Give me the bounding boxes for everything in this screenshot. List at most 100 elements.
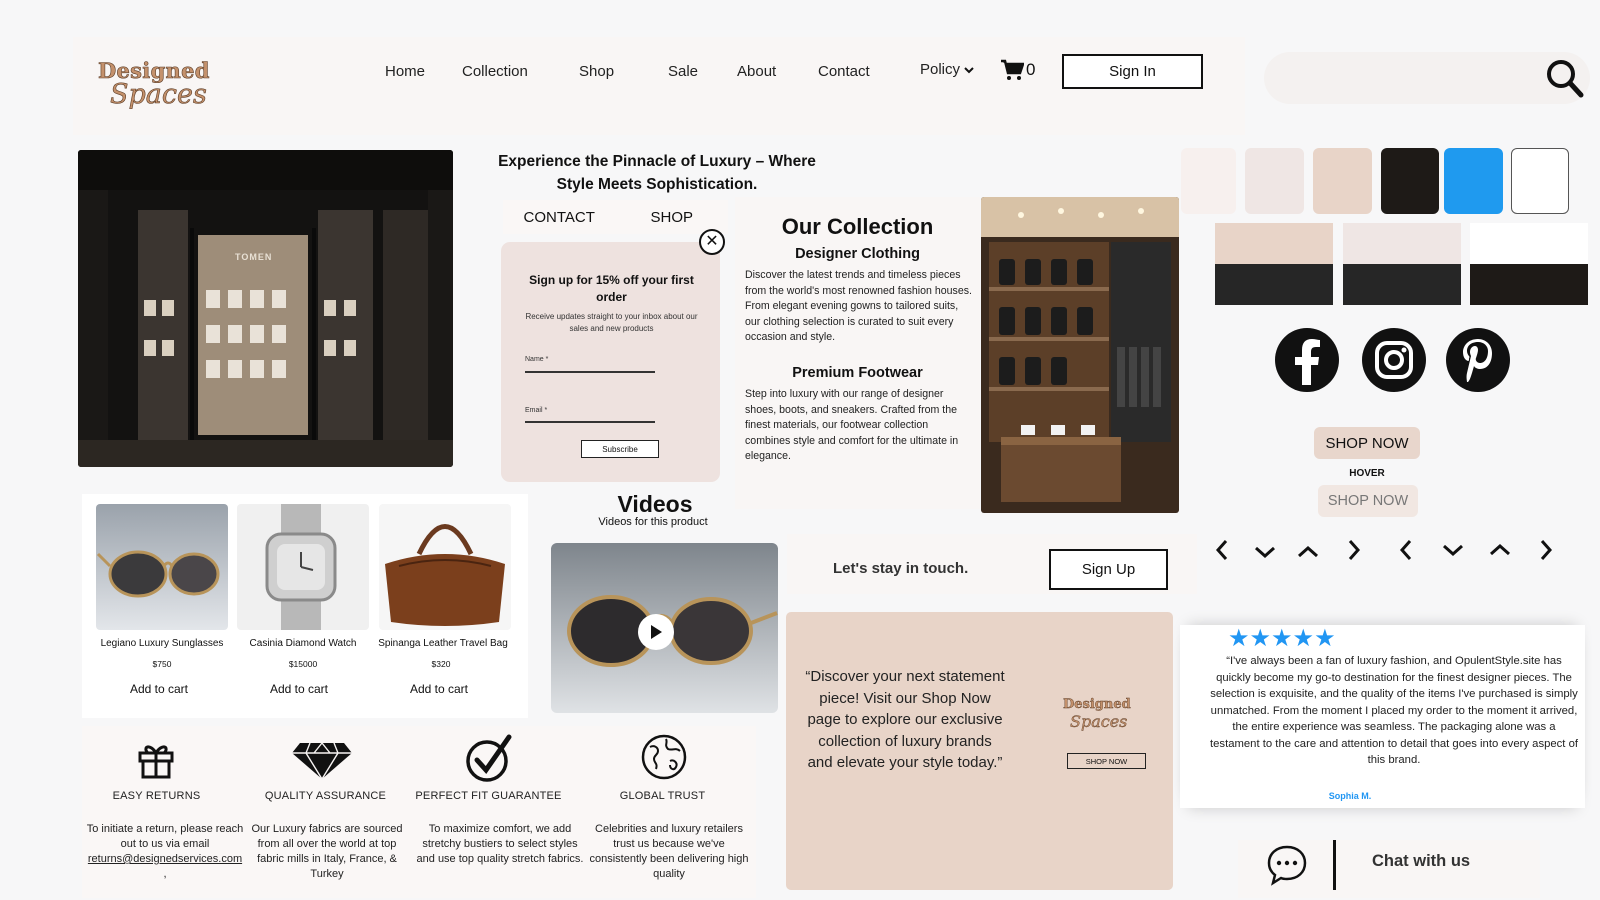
color-swatch-6 <box>1511 148 1569 214</box>
storefront-image: TOMEN <box>78 150 453 467</box>
color-swatch-2 <box>1245 148 1304 214</box>
popup-title: Sign up for 15% off your first order <box>529 273 694 304</box>
search-icon[interactable] <box>1545 58 1585 100</box>
product-price: $320 <box>431 659 451 669</box>
feature-title: QUALITY ASSURANCE <box>264 790 387 802</box>
nav-contact[interactable]: Contact <box>818 63 870 80</box>
search-input[interactable] <box>1264 52 1590 104</box>
nav-shop[interactable]: Shop <box>579 63 614 80</box>
chevron-right-icon[interactable] <box>1346 538 1362 562</box>
brand-logo[interactable]: Designed Spaces <box>98 58 228 128</box>
email-field[interactable] <box>525 421 655 423</box>
tagline-line2: Style Meets Sophistication. <box>556 176 758 193</box>
signup-popup: Sign up for 15% off your first order Rec… <box>501 242 720 482</box>
color-swatch-4 <box>1381 148 1439 214</box>
feature-text: To initiate a return, please reach out t… <box>86 823 244 850</box>
globe-icon <box>641 734 687 780</box>
feature-title: EASY RETURNS <box>112 790 201 802</box>
color-swatch-3 <box>1313 148 1372 214</box>
policy-label: Policy <box>920 61 961 78</box>
feature-text: Our Luxury fabrics are sourced from all … <box>251 823 403 880</box>
product-image-bag[interactable] <box>379 504 511 630</box>
feature-text-trail: , <box>163 868 167 880</box>
product-name: Legiano Luxury Sunglasses <box>100 638 224 649</box>
chevron-down-icon[interactable] <box>1441 542 1465 558</box>
close-icon[interactable]: ✕ <box>699 229 725 255</box>
swatch-bar-2 <box>1343 223 1461 305</box>
collection-text-clothing: Discover the latest trends and timeless … <box>745 269 972 344</box>
swatch-bar-3 <box>1470 223 1588 305</box>
returns-email-link[interactable]: returns@designedservices.com <box>88 853 242 865</box>
name-field-label: Name * <box>525 356 549 363</box>
nav-about[interactable]: About <box>737 63 776 80</box>
shop-now-button[interactable]: SHOP NOW <box>1314 427 1420 459</box>
add-to-cart-button[interactable]: Add to cart <box>229 682 369 696</box>
review-text: “I've always been a fan of luxury fashio… <box>1210 655 1579 766</box>
nav-collection[interactable]: Collection <box>462 63 528 80</box>
cart-icon <box>1001 59 1024 80</box>
product-name: Casinia Diamond Watch <box>249 638 357 649</box>
collection-heading-footwear: Premium Footwear <box>792 365 923 381</box>
promo-quote: “Discover your next statement piece! Vis… <box>805 668 1005 772</box>
stay-in-touch-label: Let's stay in touch. <box>833 560 969 577</box>
play-icon[interactable] <box>638 614 674 650</box>
nav-home[interactable]: Home <box>385 63 425 80</box>
videos-subtitle: Videos for this product <box>598 516 708 528</box>
feature-title: PERFECT FIT GUARANTEE <box>415 790 562 802</box>
add-to-cart-button[interactable]: Add to cart <box>369 682 509 696</box>
product-price: $15000 <box>288 659 318 669</box>
email-field-label: Email * <box>525 407 548 414</box>
feature-text: Celebrities and luxury retailers trust u… <box>589 823 749 880</box>
shop-now-hover-button[interactable]: SHOP NOW <box>1318 485 1418 517</box>
chat-bubble-icon[interactable] <box>1265 843 1309 887</box>
color-swatch-5 <box>1444 148 1503 214</box>
instagram-icon[interactable] <box>1362 328 1426 392</box>
promo-logo: Designed Spaces <box>1063 697 1131 731</box>
tab-contact[interactable]: CONTACT <box>503 200 616 234</box>
collection-title: Our Collection <box>781 214 934 239</box>
product-image-watch[interactable] <box>237 504 369 630</box>
chevron-left-icon[interactable] <box>1398 538 1414 562</box>
hover-label: HOVER <box>1349 468 1385 479</box>
tagline-line1: Experience the Pinnacle of Luxury – Wher… <box>498 153 816 170</box>
pinterest-icon[interactable] <box>1446 328 1510 392</box>
storefront-sign-text: TOMEN <box>235 252 273 262</box>
nav-sale[interactable]: Sale <box>668 63 698 80</box>
nav-policy-dropdown[interactable]: Policy <box>920 61 974 78</box>
chevron-up-icon[interactable] <box>1296 544 1320 560</box>
product-image-sunglasses[interactable] <box>96 504 228 630</box>
hero-tagline: Experience the Pinnacle of Luxury – Wher… <box>472 150 842 196</box>
product-price: $750 <box>152 659 172 669</box>
promo-logo-line2: Spaces <box>1070 712 1128 731</box>
cart-count: 0 <box>1026 60 1036 79</box>
swatch-bar-1 <box>1215 223 1333 305</box>
chat-label[interactable]: Chat with us <box>1372 852 1470 871</box>
cart-button[interactable]: 0 <box>1000 59 1035 81</box>
tab-bar: CONTACT SHOP <box>503 200 728 234</box>
gift-icon <box>138 745 174 779</box>
collection-text-footwear: Step into luxury with our range of desig… <box>745 388 959 463</box>
name-field[interactable] <box>525 371 655 373</box>
videos-title: Videos <box>617 491 693 517</box>
chat-divider <box>1333 840 1336 890</box>
subscribe-button[interactable]: Subscribe <box>581 440 659 458</box>
reviewer-name: Sophia M. <box>1328 791 1372 801</box>
feature-text: To maximize comfort, we add stretchy bus… <box>416 823 584 865</box>
logo-line2: Spaces <box>110 79 207 111</box>
collection-heading-clothing: Designer Clothing <box>795 246 920 262</box>
diamond-icon <box>292 742 352 781</box>
chevron-right-icon[interactable] <box>1538 538 1554 562</box>
signin-button[interactable]: Sign In <box>1062 54 1203 89</box>
chevron-down-icon[interactable] <box>1253 544 1277 560</box>
checkmark-icon <box>466 734 512 782</box>
feature-title: GLOBAL TRUST <box>619 790 706 802</box>
signup-button[interactable]: Sign Up <box>1049 549 1168 590</box>
add-to-cart-button[interactable]: Add to cart <box>89 682 229 696</box>
color-swatch-1 <box>1181 148 1236 214</box>
promo-shop-now-button[interactable]: SHOP NOW <box>1067 753 1146 769</box>
feature-text-returns: To initiate a return, please reach out t… <box>81 822 249 882</box>
facebook-icon[interactable] <box>1275 328 1339 392</box>
chevron-left-icon[interactable] <box>1214 538 1230 562</box>
chevron-up-icon[interactable] <box>1488 542 1512 558</box>
store-interior-image <box>981 197 1179 513</box>
